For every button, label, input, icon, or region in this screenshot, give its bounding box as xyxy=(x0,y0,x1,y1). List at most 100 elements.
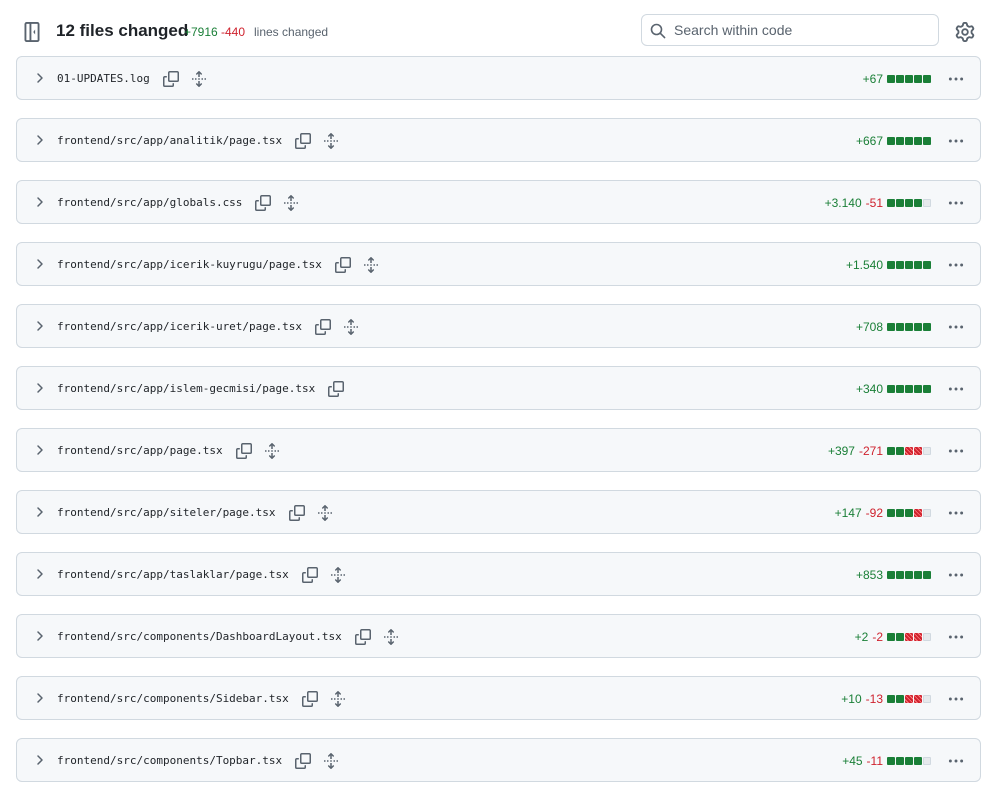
file-header: 01-UPDATES.log xyxy=(57,70,207,88)
kebab-horizontal-icon[interactable] xyxy=(947,628,965,646)
file-row[interactable]: frontend/src/app/icerik-kuyrugu/page.tsx… xyxy=(16,242,981,286)
unfold-icon[interactable] xyxy=(323,753,339,769)
file-path[interactable]: 01-UPDATES.log xyxy=(57,70,150,88)
kebab-horizontal-icon[interactable] xyxy=(947,380,965,398)
copy-icon[interactable] xyxy=(315,319,332,335)
diffstat-add-square xyxy=(905,199,913,207)
chevron-right-icon[interactable] xyxy=(33,504,47,520)
kebab-horizontal-icon[interactable] xyxy=(947,132,965,150)
unfold-icon[interactable] xyxy=(191,71,207,87)
diffstat-add-square xyxy=(887,509,895,517)
diffstat-add-square xyxy=(887,695,895,703)
diffstat-add-square xyxy=(887,633,895,641)
copy-icon[interactable] xyxy=(301,691,318,707)
chevron-right-icon[interactable] xyxy=(33,70,47,86)
chevron-right-icon[interactable] xyxy=(33,380,47,396)
kebab-horizontal-icon[interactable] xyxy=(947,690,965,708)
chevron-right-icon[interactable] xyxy=(33,690,47,706)
file-row[interactable]: frontend/src/app/globals.css +3.140 -51 xyxy=(16,180,981,224)
copy-icon[interactable] xyxy=(255,195,272,211)
file-path[interactable]: frontend/src/app/siteler/page.tsx xyxy=(57,504,276,522)
lines-changed-label: lines changed xyxy=(254,25,329,39)
unfold-icon[interactable] xyxy=(264,443,280,459)
file-deletions: -11 xyxy=(866,754,883,768)
file-path[interactable]: frontend/src/app/icerik-uret/page.tsx xyxy=(57,318,302,336)
file-row[interactable]: frontend/src/app/siteler/page.tsx +147 -92 xyxy=(16,490,981,534)
unfold-icon[interactable] xyxy=(363,257,379,273)
file-diffstat: +45 -11 xyxy=(842,752,932,770)
file-header: frontend/src/app/page.tsx xyxy=(57,442,280,460)
unfold-icon[interactable] xyxy=(330,691,346,707)
file-additions: +667 xyxy=(855,134,883,148)
file-row[interactable]: frontend/src/app/islem-gecmisi/page.tsx +… xyxy=(16,366,981,410)
copy-icon[interactable] xyxy=(354,629,371,645)
chevron-right-icon[interactable] xyxy=(33,442,47,458)
file-path[interactable]: frontend/src/app/islem-gecmisi/page.tsx xyxy=(57,380,315,398)
kebab-horizontal-icon[interactable] xyxy=(947,442,965,460)
search-input[interactable] xyxy=(674,20,929,40)
file-row[interactable]: frontend/src/components/DashboardLayout.… xyxy=(16,614,981,658)
search-icon xyxy=(650,23,666,39)
chevron-right-icon[interactable] xyxy=(33,566,47,582)
file-row[interactable]: frontend/src/app/icerik-uret/page.tsx +70… xyxy=(16,304,981,348)
sidebar-toggle-icon[interactable] xyxy=(22,22,42,42)
file-path[interactable]: frontend/src/app/taslaklar/page.tsx xyxy=(57,566,289,584)
copy-icon[interactable] xyxy=(334,257,351,273)
unfold-icon[interactable] xyxy=(343,319,359,335)
file-diffstat: +667 xyxy=(856,132,932,150)
kebab-horizontal-icon[interactable] xyxy=(947,504,965,522)
file-diffstat: +147 -92 xyxy=(835,504,932,522)
copy-icon[interactable] xyxy=(295,753,312,769)
unfold-icon[interactable] xyxy=(323,133,339,149)
chevron-right-icon[interactable] xyxy=(33,752,47,768)
diffstat-add-square xyxy=(896,323,904,331)
unfold-icon[interactable] xyxy=(317,505,333,521)
file-path[interactable]: frontend/src/app/globals.css xyxy=(57,194,242,212)
unfold-icon[interactable] xyxy=(330,567,346,583)
file-path[interactable]: frontend/src/components/Topbar.tsx xyxy=(57,752,282,770)
file-path[interactable]: frontend/src/app/analitik/page.tsx xyxy=(57,132,282,150)
file-row[interactable]: frontend/src/app/analitik/page.tsx +667 xyxy=(16,118,981,162)
copy-icon[interactable] xyxy=(295,133,312,149)
code-search-box[interactable] xyxy=(641,14,939,46)
diffstat-delete-square xyxy=(914,447,922,455)
diffstat-delete-square xyxy=(914,695,922,703)
chevron-right-icon[interactable] xyxy=(33,318,47,334)
copy-icon[interactable] xyxy=(235,443,252,459)
diffstat-neutral-square xyxy=(923,757,931,765)
file-additions: +340 xyxy=(855,382,883,396)
copy-icon[interactable] xyxy=(328,381,345,397)
copy-icon[interactable] xyxy=(162,71,179,87)
kebab-horizontal-icon[interactable] xyxy=(947,752,965,770)
kebab-horizontal-icon[interactable] xyxy=(947,566,965,584)
file-path[interactable]: frontend/src/app/page.tsx xyxy=(57,442,223,460)
file-row[interactable]: frontend/src/app/taslaklar/page.tsx +853 xyxy=(16,552,981,596)
kebab-horizontal-icon[interactable] xyxy=(947,256,965,274)
kebab-horizontal-icon[interactable] xyxy=(947,318,965,336)
diffstat-neutral-square xyxy=(923,199,931,207)
diffstat-bar xyxy=(887,323,932,331)
kebab-horizontal-icon[interactable] xyxy=(947,194,965,212)
diffstat-bar xyxy=(887,385,932,393)
file-path[interactable]: frontend/src/app/icerik-kuyrugu/page.tsx xyxy=(57,256,322,274)
file-row[interactable]: 01-UPDATES.log +67 xyxy=(16,56,981,100)
diffstat-bar xyxy=(887,633,932,641)
file-row[interactable]: frontend/src/components/Topbar.tsx +45 -11 xyxy=(16,738,981,782)
copy-icon[interactable] xyxy=(301,567,318,583)
diffstat-neutral-square xyxy=(923,509,931,517)
file-path[interactable]: frontend/src/components/Sidebar.tsx xyxy=(57,690,289,708)
file-path[interactable]: frontend/src/components/DashboardLayout.… xyxy=(57,628,342,646)
unfold-icon[interactable] xyxy=(383,629,399,645)
chevron-right-icon[interactable] xyxy=(33,256,47,272)
file-row[interactable]: frontend/src/components/Sidebar.tsx +10 -1… xyxy=(16,676,981,720)
copy-icon[interactable] xyxy=(288,505,305,521)
file-row[interactable]: frontend/src/app/page.tsx +397 -271 xyxy=(16,428,981,472)
kebab-horizontal-icon[interactable] xyxy=(947,70,965,88)
gear-icon[interactable] xyxy=(955,22,975,42)
unfold-icon[interactable] xyxy=(283,195,299,211)
diffstat-add-square xyxy=(887,199,895,207)
file-diffstat: +67 xyxy=(863,70,932,88)
chevron-right-icon[interactable] xyxy=(33,132,47,148)
chevron-right-icon[interactable] xyxy=(33,628,47,644)
chevron-right-icon[interactable] xyxy=(33,194,47,210)
